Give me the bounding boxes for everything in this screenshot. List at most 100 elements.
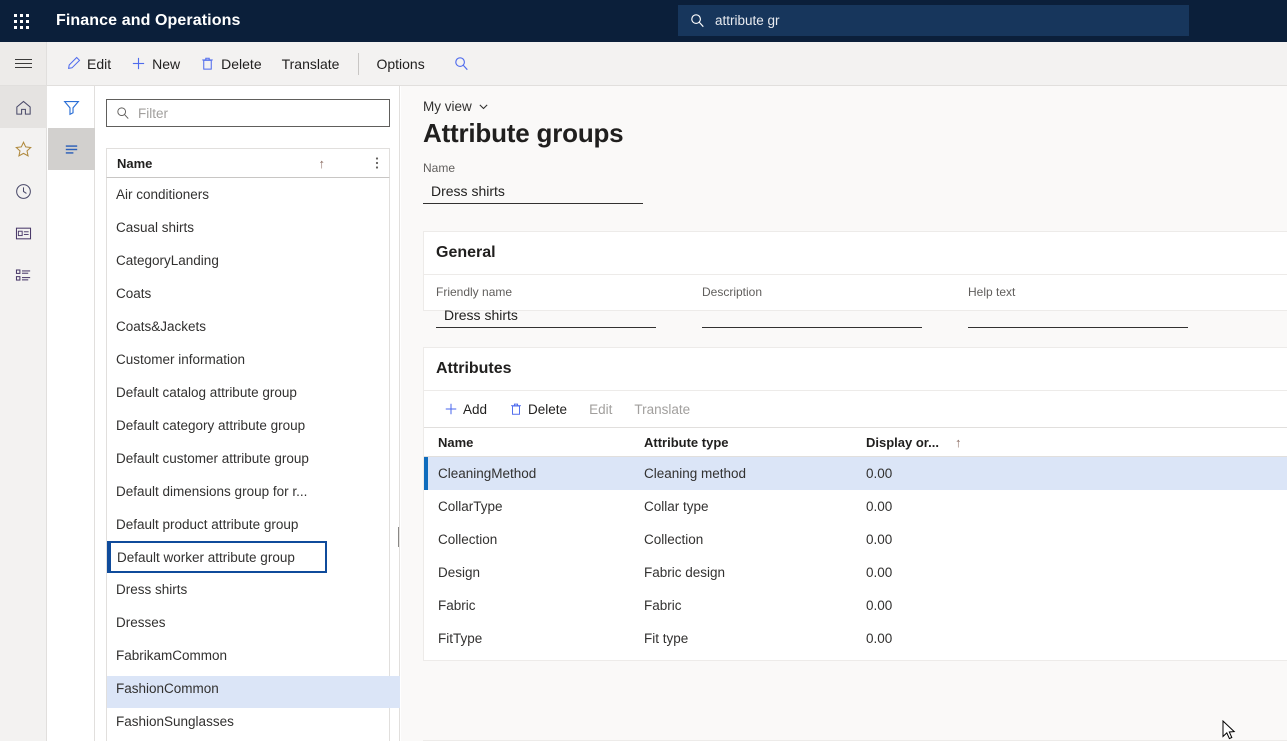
hamburger-menu-icon[interactable]	[0, 42, 47, 85]
attr-col-name[interactable]: Name	[424, 435, 644, 450]
general-field-label: Help text	[968, 285, 1188, 299]
delete-attribute-button[interactable]: Delete	[501, 395, 575, 423]
list-item[interactable]: CategoryLanding	[107, 244, 389, 277]
attr-col-type[interactable]: Attribute type	[644, 435, 866, 450]
list-item-label: Default worker attribute group	[117, 550, 295, 565]
toolbar-button-label: Delete	[528, 402, 567, 417]
table-row[interactable]: FabricFabric0.00	[424, 589, 1287, 622]
list-item-label: Default dimensions group for r...	[116, 484, 307, 499]
app-launcher-icon[interactable]	[0, 0, 42, 42]
search-icon	[116, 106, 130, 120]
attr-col-order[interactable]: Display or... ↑	[866, 435, 966, 450]
list-item-label: Default catalog attribute group	[116, 385, 297, 400]
filter-input[interactable]: Filter	[106, 99, 390, 127]
list-item[interactable]: Dress shirts	[107, 573, 389, 606]
list-item-label: Default customer attribute group	[116, 451, 309, 466]
general-field: Friendly nameDress shirts	[436, 285, 656, 328]
page-search-icon[interactable]	[446, 48, 478, 80]
list-item[interactable]: Default worker attribute group	[107, 541, 327, 573]
list-item[interactable]: Default catalog attribute group	[107, 376, 389, 409]
list-item[interactable]: Dresses	[107, 606, 389, 639]
list-item-label: Coats	[116, 286, 151, 301]
filter-funnel-icon	[62, 98, 81, 117]
group-name-input[interactable]: Dress shirts	[423, 178, 643, 204]
attributes-grid-header: Name Attribute type Display or... ↑	[424, 428, 1287, 457]
rail-item-favorites[interactable]	[0, 128, 47, 170]
list-item[interactable]: Casual shirts	[107, 211, 389, 244]
global-search-input[interactable]: attribute gr	[678, 5, 1189, 36]
new-button[interactable]: New	[122, 47, 189, 81]
list-item[interactable]: Coats&Jackets	[107, 310, 389, 343]
sort-ascending-icon[interactable]: ↑	[319, 156, 326, 171]
cell-name: CollarType	[424, 499, 644, 514]
list-modules-icon	[14, 266, 33, 285]
plus-icon	[444, 402, 458, 416]
cell-name: FitType	[424, 631, 644, 646]
cell-type: Fit type	[644, 631, 866, 646]
edit-button[interactable]: Edit	[57, 47, 120, 81]
list-panel-strip	[48, 86, 95, 741]
table-row[interactable]: CollarTypeCollar type0.00	[424, 490, 1287, 523]
attributes-section-header[interactable]: Attributes	[424, 348, 1287, 391]
edit-button-label: Edit	[87, 56, 111, 72]
list-item[interactable]: Air conditioners	[107, 178, 389, 211]
group-name-label: Name	[423, 161, 643, 175]
ellipsis-vertical-icon[interactable]	[375, 156, 379, 170]
general-field-input[interactable]	[702, 302, 922, 328]
table-row[interactable]: DesignFabric design0.00	[424, 556, 1287, 589]
translate-button-label: Translate	[282, 56, 340, 72]
delete-button[interactable]: Delete	[191, 47, 270, 81]
list-item[interactable]: Default category attribute group	[107, 409, 389, 442]
attribute-groups-list[interactable]: Air conditionersCasual shirtsCategoryLan…	[106, 178, 390, 741]
attributes-toolbar: Add Delete Edit Translate	[424, 391, 1287, 427]
panel-list-button[interactable]	[48, 128, 95, 170]
rail-item-workspaces[interactable]	[0, 212, 47, 254]
table-row[interactable]: FitTypeFit type0.00	[424, 622, 1287, 655]
new-button-label: New	[152, 56, 180, 72]
toolbar-button-label: Edit	[589, 402, 612, 417]
list-item[interactable]: Default dimensions group for r...	[107, 475, 389, 508]
list-item[interactable]: Default product attribute group	[107, 508, 389, 541]
cell-order: 0.00	[866, 565, 966, 580]
attributes-rows: CleaningMethodCleaning method0.00CollarT…	[424, 457, 1287, 655]
list-item-label: FashionCommon	[116, 681, 219, 696]
rail-item-home[interactable]	[0, 86, 47, 128]
command-separator	[358, 53, 359, 75]
toolbar-button-label: Translate	[634, 402, 690, 417]
list-item[interactable]: Customer information	[107, 343, 389, 376]
cell-name: CleaningMethod	[424, 466, 644, 481]
general-field-input[interactable]	[968, 302, 1188, 328]
list-item[interactable]: Coats	[107, 277, 389, 310]
options-button[interactable]: Options	[367, 47, 433, 81]
cell-name: Design	[424, 565, 644, 580]
delete-button-label: Delete	[221, 56, 261, 72]
list-item-label: Default category attribute group	[116, 418, 305, 433]
left-navigation-rail	[0, 86, 47, 741]
list-item[interactable]: FabrikamCommon	[107, 639, 389, 672]
view-selector[interactable]: My view	[423, 99, 489, 114]
options-button-label: Options	[376, 56, 424, 72]
translate-attribute-button: Translate	[626, 395, 698, 423]
cell-type: Fabric design	[644, 565, 866, 580]
general-field-input[interactable]: Dress shirts	[436, 302, 656, 328]
add-attribute-button[interactable]: Add	[436, 395, 495, 423]
panel-filter-button[interactable]	[48, 86, 95, 128]
list-item[interactable]: Default customer attribute group	[107, 442, 389, 475]
cell-name: Collection	[424, 532, 644, 547]
table-row[interactable]: CollectionCollection0.00	[424, 523, 1287, 556]
general-field: Help text	[968, 285, 1188, 328]
general-field: Description	[702, 285, 922, 328]
general-section-header[interactable]: General	[424, 232, 1287, 275]
table-row[interactable]: CleaningMethodCleaning method0.00	[424, 457, 1287, 490]
sort-ascending-icon: ↑	[955, 435, 962, 450]
toolbar-button-label: Add	[463, 402, 487, 417]
cell-order: 0.00	[866, 499, 966, 514]
pencil-icon	[66, 56, 81, 71]
list-column-header[interactable]: Name ↑	[106, 148, 390, 178]
translate-button[interactable]: Translate	[273, 47, 349, 81]
list-item-label: Dress shirts	[116, 582, 187, 597]
rail-item-modules[interactable]	[0, 254, 47, 296]
rail-item-recent[interactable]	[0, 170, 47, 212]
filter-placeholder: Filter	[138, 106, 168, 121]
list-item[interactable]: FashionSunglasses	[107, 705, 389, 738]
